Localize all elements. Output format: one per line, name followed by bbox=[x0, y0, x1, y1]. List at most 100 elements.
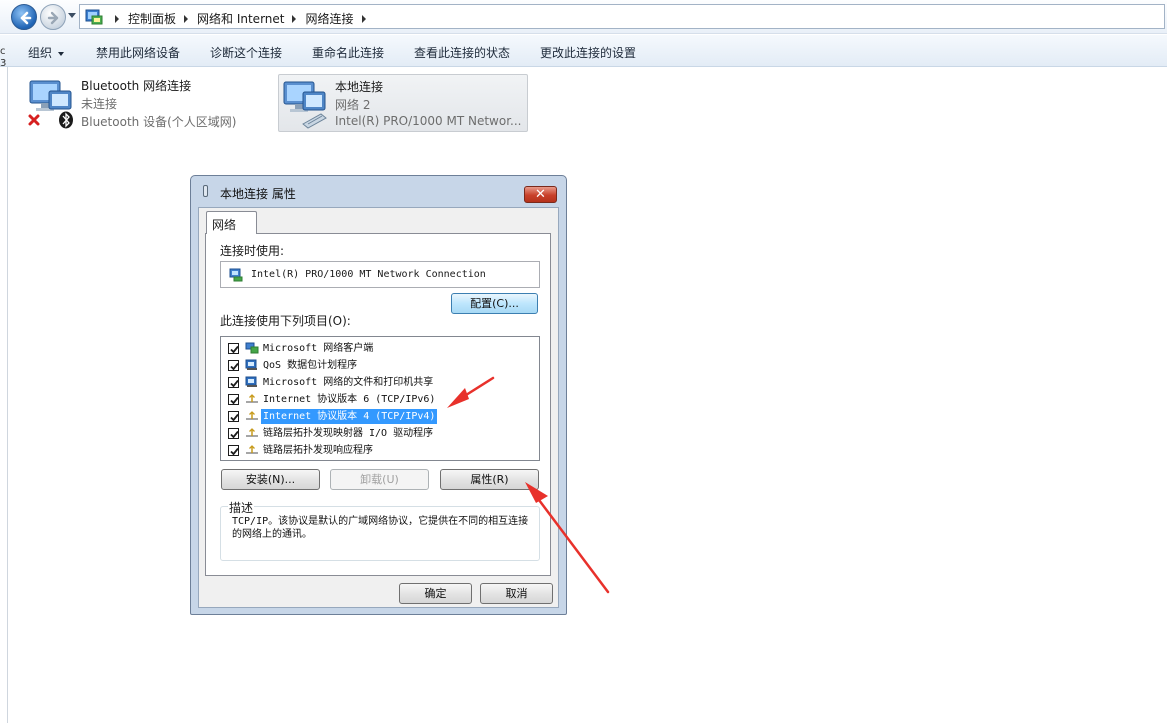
left-edge-text-2: 3 bbox=[0, 58, 7, 69]
connection-status: 网络 2 bbox=[335, 98, 371, 112]
properties-button[interactable]: 属性(R) bbox=[440, 469, 539, 490]
checkmark-icon bbox=[230, 396, 239, 405]
disable-device-button[interactable]: 禁用此网络设备 bbox=[96, 44, 180, 61]
address-bar: 控制面板 网络和 Internet 网络连接 bbox=[0, 0, 1167, 34]
breadcrumb-separator-icon[interactable] bbox=[361, 14, 366, 23]
network-connections-window: 控制面板 网络和 Internet 网络连接 组织 禁用此网络设备 诊断这个连接… bbox=[0, 0, 1167, 723]
protocol-icon bbox=[246, 445, 258, 454]
list-item[interactable]: Internet 协议版本 6 (TCP/IPv6) bbox=[225, 391, 535, 408]
breadcrumb-network-connections[interactable]: 网络连接 bbox=[305, 10, 353, 27]
rename-connection-button[interactable]: 重命名此连接 bbox=[312, 44, 384, 61]
item-label: 链路层拓扑发现映射器 I/O 驱动程序 bbox=[263, 428, 434, 439]
item-checkbox[interactable] bbox=[228, 428, 239, 439]
connection-properties-dialog: 本地连接 属性 ✕ 网络 连接时使用: Intel(R) PRO/1000 MT… bbox=[190, 175, 567, 615]
protocol-icon bbox=[246, 428, 258, 437]
adapter-name: Intel(R) PRO/1000 MT Network Connection bbox=[251, 269, 486, 280]
back-arrow-icon bbox=[20, 11, 32, 25]
item-checkbox[interactable] bbox=[228, 343, 239, 354]
description-legend: 描述 bbox=[228, 499, 255, 516]
network-client-icon bbox=[245, 342, 259, 354]
item-checkbox[interactable] bbox=[228, 445, 239, 456]
list-item[interactable]: 链路层拓扑发现响应程序 bbox=[225, 442, 535, 459]
item-label: Internet 协议版本 4 (TCP/IPv4) bbox=[261, 409, 438, 424]
back-button[interactable] bbox=[11, 4, 37, 30]
dialog-title-bar[interactable]: 本地连接 属性 ✕ bbox=[191, 176, 566, 207]
connection-device: Bluetooth 设备(个人区域网) bbox=[81, 115, 237, 129]
checkmark-icon bbox=[230, 345, 239, 354]
disconnected-x-icon bbox=[28, 114, 40, 126]
breadcrumb: 控制面板 网络和 Internet 网络连接 bbox=[107, 10, 375, 27]
item-checkbox[interactable] bbox=[228, 360, 239, 371]
protocol-icon bbox=[246, 411, 258, 420]
connection-item-bluetooth[interactable]: Bluetooth 网络连接 未连接 Bluetooth 设备(个人区域网) bbox=[24, 74, 254, 132]
connection-name: Bluetooth 网络连接 bbox=[81, 79, 192, 93]
ethernet-cable-icon bbox=[302, 113, 327, 129]
breadcrumb-separator-icon[interactable] bbox=[292, 14, 297, 23]
connection-icon bbox=[203, 185, 208, 197]
network-adapter-icon bbox=[283, 81, 327, 129]
dialog-body: 网络 连接时使用: Intel(R) PRO/1000 MT Network C… bbox=[198, 207, 559, 608]
chevron-down-icon bbox=[58, 51, 65, 56]
dialog-title: 本地连接 属性 bbox=[220, 187, 296, 201]
list-item[interactable]: Microsoft 网络的文件和打印机共享 bbox=[225, 374, 535, 391]
qos-icon bbox=[245, 359, 257, 370]
adapter-field: Intel(R) PRO/1000 MT Network Connection bbox=[220, 261, 540, 288]
network-adapter-icon bbox=[28, 80, 73, 129]
left-edge-fragment: c 3 bbox=[0, 46, 6, 70]
left-divider bbox=[7, 67, 8, 723]
tab-network[interactable]: 网络 bbox=[206, 211, 257, 234]
cancel-button[interactable]: 取消 bbox=[480, 583, 553, 604]
checkmark-icon bbox=[230, 413, 239, 422]
configure-button[interactable]: 配置(C)... bbox=[451, 293, 538, 314]
list-item[interactable]: Internet 协议版本 4 (TCP/IPv4) bbox=[225, 408, 535, 425]
list-item[interactable]: QoS 数据包计划程序 bbox=[225, 357, 535, 374]
components-list[interactable]: Microsoft 网络客户端 QoS 数据包计划程序 Microsoft 网络的文… bbox=[220, 336, 540, 461]
control-panel-icon bbox=[85, 9, 103, 25]
address-box[interactable]: 控制面板 网络和 Internet 网络连接 bbox=[79, 4, 1165, 29]
recent-pages-dropdown-icon[interactable] bbox=[68, 13, 76, 18]
checkmark-icon bbox=[230, 379, 239, 388]
change-settings-button[interactable]: 更改此连接的设置 bbox=[540, 44, 636, 61]
forward-button[interactable] bbox=[40, 4, 66, 30]
breadcrumb-network-internet[interactable]: 网络和 Internet bbox=[197, 10, 284, 27]
description-group: 描述 TCP/IP。该协议是默认的广域网络协议，它提供在不同的相互连接的网络上的… bbox=[220, 499, 540, 561]
connection-device: Intel(R) PRO/1000 MT Networ... bbox=[335, 114, 522, 128]
item-checkbox[interactable] bbox=[228, 394, 239, 405]
breadcrumb-separator-icon[interactable] bbox=[115, 14, 119, 23]
description-text: TCP/IP。该协议是默认的广域网络协议，它提供在不同的相互连接的网络上的通讯。 bbox=[232, 516, 529, 540]
connection-status: 未连接 bbox=[81, 97, 118, 111]
organize-menu[interactable]: 组织 bbox=[28, 44, 65, 61]
item-label: 链路层拓扑发现响应程序 bbox=[263, 445, 373, 456]
item-checkbox[interactable] bbox=[228, 377, 239, 388]
forward-arrow-icon bbox=[47, 11, 59, 25]
organize-label: 组织 bbox=[28, 46, 53, 60]
left-edge-text-1: c bbox=[0, 46, 6, 57]
connect-using-label: 连接时使用: bbox=[220, 244, 285, 258]
connection-item-local[interactable]: 本地连接 网络 2 Intel(R) PRO/1000 MT Networ... bbox=[278, 74, 528, 132]
network-card-icon bbox=[229, 268, 243, 282]
protocol-icon bbox=[246, 394, 258, 403]
checkmark-icon bbox=[230, 362, 239, 371]
items-label: 此连接使用下列项目(O): bbox=[220, 314, 351, 328]
item-label: QoS 数据包计划程序 bbox=[263, 360, 358, 371]
item-label: Microsoft 网络的文件和打印机共享 bbox=[263, 377, 434, 388]
tab-panel: 连接时使用: Intel(R) PRO/1000 MT Network Conn… bbox=[205, 233, 551, 576]
breadcrumb-control-panel[interactable]: 控制面板 bbox=[128, 10, 176, 27]
close-button[interactable]: ✕ bbox=[524, 186, 557, 203]
view-status-button[interactable]: 查看此连接的状态 bbox=[414, 44, 510, 61]
command-bar: 组织 禁用此网络设备 诊断这个连接 重命名此连接 查看此连接的状态 更改此连接的… bbox=[0, 35, 1167, 67]
list-item[interactable]: 链路层拓扑发现映射器 I/O 驱动程序 bbox=[225, 425, 535, 442]
checkmark-icon bbox=[230, 447, 239, 456]
diagnose-connection-button[interactable]: 诊断这个连接 bbox=[210, 44, 282, 61]
breadcrumb-separator-icon[interactable] bbox=[184, 14, 189, 23]
tab-label: 网络 bbox=[212, 218, 237, 232]
file-share-icon bbox=[245, 376, 257, 387]
install-button[interactable]: 安装(N)... bbox=[221, 469, 320, 490]
uninstall-button[interactable]: 卸载(U) bbox=[330, 469, 429, 490]
item-checkbox[interactable] bbox=[228, 411, 239, 422]
close-icon: ✕ bbox=[535, 187, 546, 202]
item-label: Microsoft 网络客户端 bbox=[263, 343, 374, 354]
ok-button[interactable]: 确定 bbox=[399, 583, 472, 604]
list-item[interactable]: Microsoft 网络客户端 bbox=[225, 340, 535, 357]
checkmark-icon bbox=[230, 430, 239, 439]
